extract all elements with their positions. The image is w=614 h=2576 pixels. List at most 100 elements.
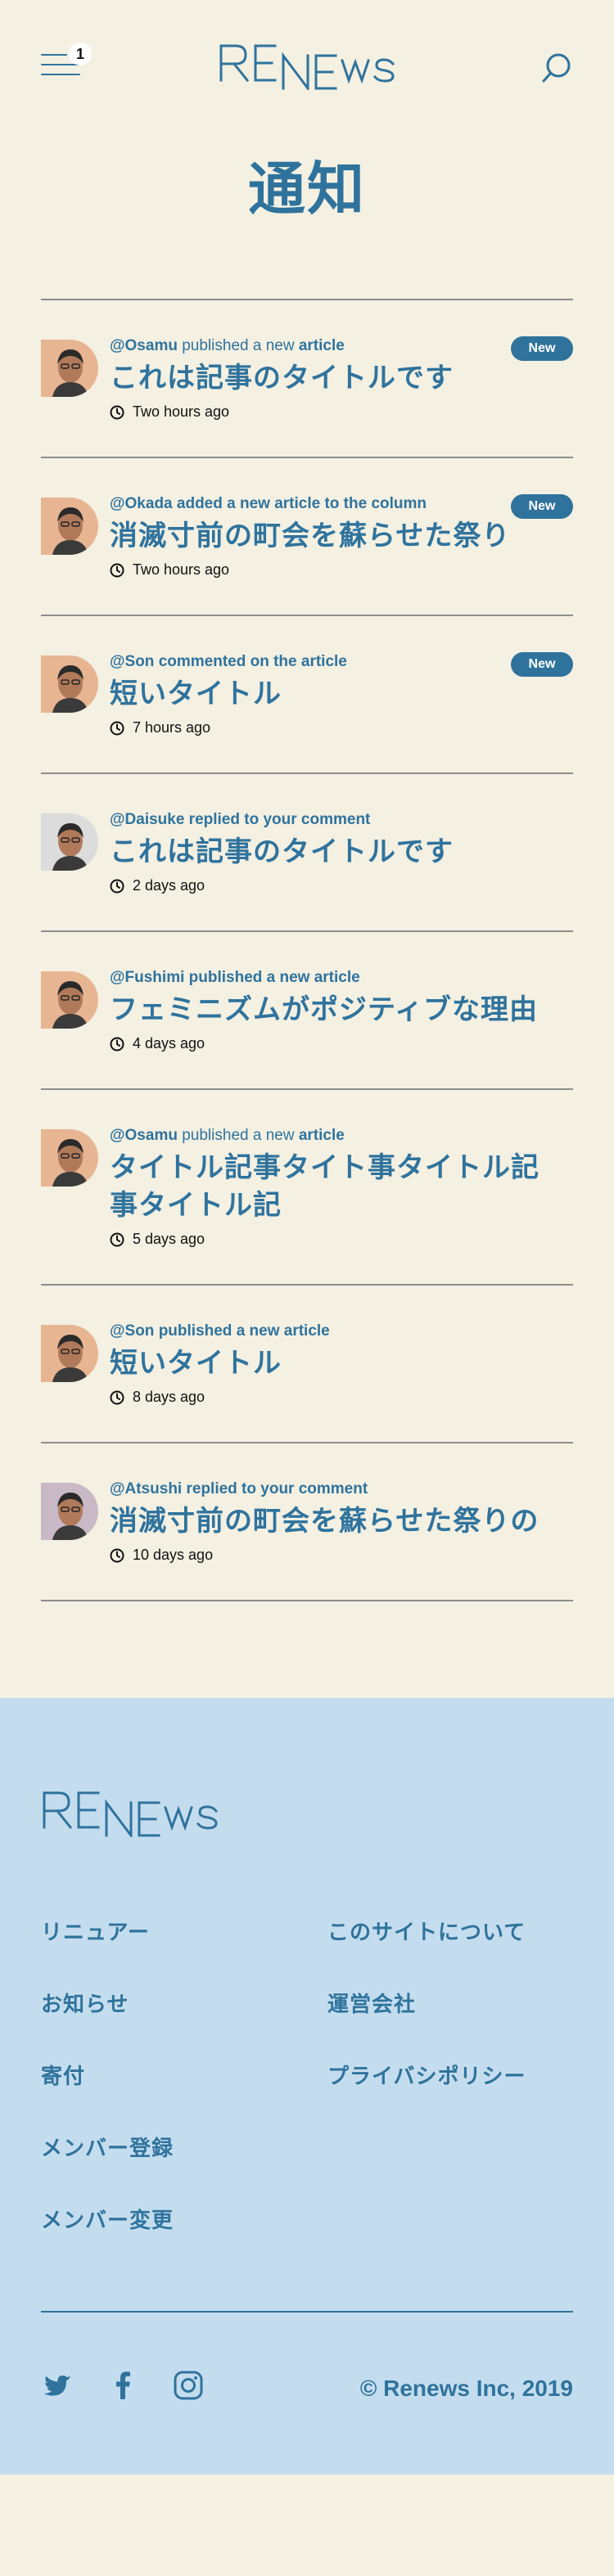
notification-body: @Osamu published a new article タイトル記事タイト事… <box>110 1126 573 1248</box>
avatar[interactable] <box>41 1129 98 1187</box>
notification-time-text: 5 days ago <box>133 1231 205 1247</box>
article-title-link[interactable]: これは記事のタイトルです <box>110 359 573 397</box>
notification-list: @Osamu published a new article これは記事のタイトル… <box>41 299 573 1601</box>
notification-user[interactable]: @Son commented on the article <box>110 653 347 670</box>
notification-body: @Fushimi published a new article フェミニズムがポ… <box>110 968 573 1052</box>
footer-nav: リニュアー お知らせ 寄付 メンバー登録 メンバー変更 このサイトについて 運営… <box>41 1916 573 2276</box>
footer-link-news[interactable]: お知らせ <box>41 1988 327 2060</box>
notification-action: published a new <box>177 1127 299 1144</box>
notification-user[interactable]: @Osamu <box>110 1127 178 1144</box>
avatar[interactable] <box>41 971 98 1029</box>
notification-body: @Osamu published a new article これは記事のタイトル… <box>110 336 573 421</box>
notification-user[interactable]: @Daisuke replied to your comment <box>110 811 370 828</box>
footer-link-about[interactable]: このサイトについて <box>327 1916 573 1988</box>
notification-item[interactable]: @Son commented on the article 短いタイトル 7 hou… <box>41 616 573 774</box>
avatar[interactable] <box>41 1325 98 1382</box>
article-title-link[interactable]: 消滅寸前の町会を蘇らせた祭りの <box>110 1502 573 1540</box>
footer-link-donate[interactable]: 寄付 <box>41 2060 327 2132</box>
clock-icon <box>110 1037 124 1052</box>
notification-time: 2 days ago <box>110 877 573 894</box>
notification-time-text: 2 days ago <box>133 877 205 894</box>
notification-item[interactable]: @Okada added a new article to the column… <box>41 458 573 616</box>
avatar[interactable] <box>41 1483 98 1540</box>
clock-icon <box>110 1548 124 1563</box>
notification-time-text: 8 days ago <box>133 1389 205 1405</box>
site-footer: リニュアー お知らせ 寄付 メンバー登録 メンバー変更 このサイトについて 運営… <box>0 1698 614 2475</box>
avatar[interactable] <box>41 340 98 397</box>
clock-icon <box>110 721 124 736</box>
article-title-link[interactable]: これは記事のタイトルです <box>110 833 573 871</box>
notification-time: 5 days ago <box>110 1231 573 1248</box>
article-title-link[interactable]: 短いタイトル <box>110 1344 573 1382</box>
notification-user[interactable]: @Osamu <box>110 337 178 354</box>
notification-user[interactable]: @Fushimi published a new article <box>110 969 360 986</box>
notification-item[interactable]: @Osamu published a new article タイトル記事タイト事… <box>41 1090 573 1286</box>
new-badge: New <box>511 652 573 677</box>
site-header: 1 <box>0 0 614 131</box>
footer-link-privacy[interactable]: プライバシポリシー <box>327 2060 573 2132</box>
footer-nav-right: このサイトについて 運営会社 プライバシポリシー <box>327 1916 573 2276</box>
article-title-link[interactable]: 短いタイトル <box>110 675 573 713</box>
renews-footer-logo[interactable] <box>41 1790 219 1840</box>
footer-divider <box>41 2311 573 2313</box>
notifications-page: 1 通知 @Osamu published a new article これは記… <box>0 0 614 2475</box>
notification-time-text: 4 days ago <box>133 1035 205 1052</box>
notification-meta: @Fushimi published a new article <box>110 968 573 988</box>
notification-meta: @Daisuke replied to your comment <box>110 810 573 830</box>
footer-link-company[interactable]: 運営会社 <box>327 1988 573 2060</box>
notification-meta: @Son commented on the article <box>110 652 573 672</box>
notification-time: 10 days ago <box>110 1547 573 1564</box>
avatar[interactable] <box>41 813 98 871</box>
footer-link-renewer[interactable]: リニュアー <box>41 1916 327 1988</box>
notification-count-badge: 1 <box>69 43 92 65</box>
notification-time-text: Two hours ago <box>133 403 230 420</box>
clock-icon <box>110 879 124 894</box>
notification-user[interactable]: @Atsushi replied to your comment <box>110 1480 368 1497</box>
social-links <box>41 2371 246 2403</box>
notification-body: @Daisuke replied to your comment これは記事のタイ… <box>110 810 573 894</box>
clock-icon <box>110 405 124 420</box>
clock-icon <box>110 1390 124 1405</box>
notification-body: @Son commented on the article 短いタイトル 7 hou… <box>110 652 573 736</box>
notification-item[interactable]: @Son published a new article 短いタイトル 8 days… <box>41 1286 573 1443</box>
page-title: 通知 <box>248 155 366 223</box>
clock-icon <box>110 563 124 578</box>
notification-meta: @Son published a new article <box>110 1322 573 1341</box>
facebook-icon[interactable] <box>115 2371 131 2403</box>
notification-item[interactable]: @Fushimi published a new article フェミニズムがポ… <box>41 932 573 1090</box>
search-icon[interactable] <box>540 51 573 83</box>
new-badge: New <box>511 336 573 361</box>
notification-time: Two hours ago <box>110 561 573 579</box>
notification-meta: @Osamu published a new article <box>110 336 573 356</box>
notification-body: @Okada added a new article to the column… <box>110 494 573 579</box>
notification-time: 4 days ago <box>110 1035 573 1052</box>
twitter-icon[interactable] <box>41 2372 72 2402</box>
notification-user[interactable]: @Son published a new article <box>110 1322 330 1340</box>
avatar[interactable] <box>41 498 98 555</box>
notification-object: article <box>298 1127 345 1144</box>
notification-time: 8 days ago <box>110 1389 573 1406</box>
notification-meta: @Osamu published a new article <box>110 1126 573 1146</box>
footer-nav-left: リニュアー お知らせ 寄付 メンバー登録 メンバー変更 <box>41 1916 327 2276</box>
footer-link-member-change[interactable]: メンバー変更 <box>41 2204 327 2276</box>
notification-time-text: 7 hours ago <box>133 719 211 736</box>
notification-object: article <box>298 337 345 354</box>
article-title-link[interactable]: フェミニズムがポジティブな理由 <box>110 991 573 1029</box>
new-badge: New <box>511 494 573 519</box>
copyright: © Renews Inc, 2019 <box>359 2376 573 2401</box>
notification-body: @Son published a new article 短いタイトル 8 days… <box>110 1322 573 1406</box>
clock-icon <box>110 1232 124 1247</box>
notification-meta: @Okada added a new article to the column <box>110 494 573 514</box>
notification-item[interactable]: @Daisuke replied to your comment これは記事のタイ… <box>41 774 573 932</box>
instagram-icon[interactable] <box>174 2371 203 2403</box>
notification-action: published a new <box>177 337 299 354</box>
renews-logo[interactable] <box>218 43 396 90</box>
notification-user[interactable]: @Okada added a new article to the column <box>110 495 427 512</box>
avatar[interactable] <box>41 655 98 713</box>
footer-link-member-signup[interactable]: メンバー登録 <box>41 2132 327 2204</box>
notification-time: 7 hours ago <box>110 719 573 736</box>
notification-item[interactable]: @Osamu published a new article これは記事のタイトル… <box>41 300 573 458</box>
article-title-link[interactable]: タイトル記事タイト事タイトル記事タイトル記 <box>110 1149 573 1224</box>
notification-item[interactable]: @Atsushi replied to your comment 消滅寸前の町会を… <box>41 1443 573 1601</box>
article-title-link[interactable]: 消滅寸前の町会を蘇らせた祭り <box>110 517 573 555</box>
